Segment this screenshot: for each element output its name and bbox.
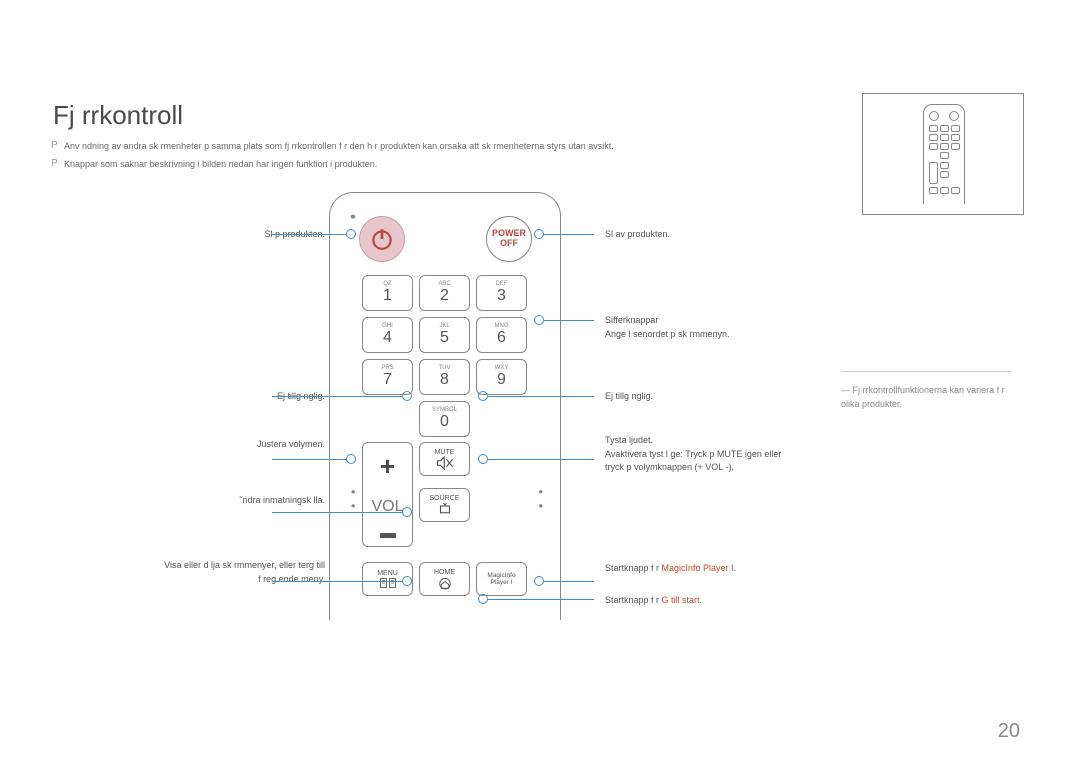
note-2: PKnappar som saknar beskrivning i bilden…: [64, 158, 377, 171]
key-8: TUV8: [419, 359, 470, 395]
magicinfo-button: MagicInfo Player I: [476, 562, 527, 596]
pointer: [478, 594, 594, 595]
pointer: [534, 315, 594, 316]
key-1: QZ1: [362, 275, 413, 311]
callout-numbers: Sifferknappar Ange l senordet p sk rmmen…: [605, 314, 730, 341]
key-7: PRS7: [362, 359, 413, 395]
page-title: Fj rrkontroll: [53, 100, 183, 131]
pointer: [272, 507, 412, 508]
key-4: GHI4: [362, 317, 413, 353]
key-2: ABC2: [419, 275, 470, 311]
key-3: DEF3: [476, 275, 527, 311]
vol-minus: [380, 533, 396, 538]
vol-plus: +: [380, 451, 395, 482]
music-note-icon: P: [51, 139, 58, 153]
note-1: PAnv ndning av andra sk rmenheter p samm…: [64, 140, 614, 153]
page-number: 20: [998, 720, 1020, 743]
home-button: HOME: [419, 562, 470, 596]
pointer: [478, 454, 594, 455]
callout-vol: Justera volymen.: [257, 438, 325, 452]
side-note: ― Fj rrkontrollfunktionerna kan variera …: [841, 371, 1011, 411]
callout-power-off: Sl av produkten.: [605, 228, 670, 242]
pointer: [272, 229, 356, 230]
source-icon: [436, 502, 454, 516]
power-icon: [369, 226, 395, 252]
volume-rocker: + VOL: [362, 442, 413, 547]
remote-figure: •• POWEROFF QZ1 ABC2 DEF3 GHI4 JKL5 MNO6…: [329, 192, 561, 620]
callout-eti-right: Ej tillg nglig.: [605, 390, 653, 404]
key-9: WXY9: [476, 359, 527, 395]
callout-home: Startknapp f r G till start.: [605, 594, 702, 608]
pointer: [272, 454, 356, 455]
pointer: [534, 576, 594, 577]
mini-remote: [923, 104, 965, 204]
callout-source: ˜ndra inmatningsk lla.: [239, 494, 325, 508]
power-off-button: POWEROFF: [486, 216, 532, 262]
number-keypad: QZ1 ABC2 DEF3 GHI4 JKL5 MNO6 PRS7 TUV8 W…: [362, 275, 528, 437]
home-icon: [436, 576, 454, 590]
mute-icon: [436, 456, 454, 470]
music-note-icon: P: [51, 157, 58, 171]
key-symbol: SYMBOL0: [419, 401, 470, 437]
key-5: JKL5: [419, 317, 470, 353]
source-button: SOURCE: [419, 488, 470, 522]
ir-dots: ••: [350, 208, 352, 224]
pointer: [478, 391, 594, 392]
callout-mute: Tysta ljudet. Avaktivera tyst l ge: Tryc…: [605, 434, 781, 475]
menu-icon: [379, 577, 397, 589]
pointer: [272, 576, 412, 577]
key-6: MNO6: [476, 317, 527, 353]
side-figure: [862, 93, 1024, 215]
mute-button: MUTE: [419, 442, 470, 476]
callout-mip: Startknapp f r MagicInfo Player I.: [605, 562, 736, 576]
pointer: [534, 229, 594, 230]
pointer: [272, 391, 412, 392]
power-on-button: [359, 216, 405, 262]
